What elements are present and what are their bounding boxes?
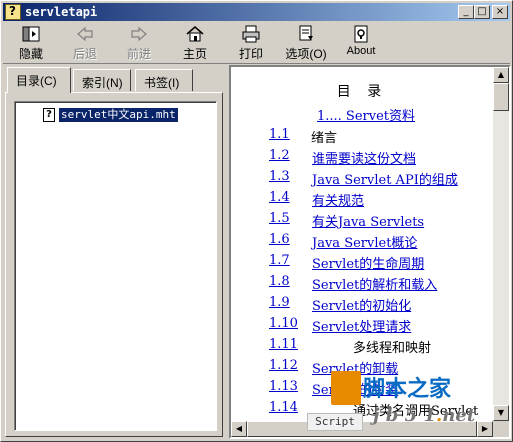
about-button[interactable]: About <box>343 24 379 62</box>
toc-number-link[interactable]: 1.1 <box>269 127 290 142</box>
back-arrow-icon <box>65 24 105 44</box>
toc-text: 绪言 <box>311 131 338 146</box>
back-button[interactable]: 后退 <box>65 24 105 62</box>
watermark-url: j b 5 1.net <box>373 405 476 426</box>
forward-button[interactable]: 前进 <box>119 24 159 62</box>
toc-number-link[interactable]: 1.12 <box>269 358 298 373</box>
tab-index[interactable]: 索引(N) <box>73 69 131 91</box>
options-icon <box>281 24 331 44</box>
home-button[interactable]: 主页 <box>175 24 215 62</box>
help-page-icon: ? <box>43 108 55 122</box>
toc-title: 目 录 <box>336 84 388 100</box>
maximize-button[interactable]: □ <box>474 5 490 19</box>
toc-number-link[interactable]: 1.6 <box>269 232 290 247</box>
scroll-right-icon[interactable]: ▶ <box>477 421 493 437</box>
help-app-icon[interactable] <box>5 4 21 20</box>
watermark-site-name: 脚本之家 <box>363 377 452 402</box>
toc-number-link[interactable]: 1.2 <box>269 148 290 163</box>
toc-number-link[interactable]: 1.11 <box>269 337 298 352</box>
toc-number-link[interactable]: 1.5 <box>269 211 290 226</box>
tab-bookmarks[interactable]: 书签(I) <box>135 69 193 91</box>
toc-number-link[interactable]: 1.9 <box>269 295 290 310</box>
toc-text-link[interactable]: Servlet的解析和载入 <box>312 274 437 293</box>
chapter-link[interactable]: 1.... Servet资料 <box>317 105 415 124</box>
print-button[interactable]: 打印 <box>231 24 271 62</box>
navigation-pane: 目录(C) 索引(N) 书签(I) ? servlet中文api.mht <box>3 65 225 439</box>
close-button[interactable]: × <box>492 5 508 19</box>
vertical-scrollbar[interactable]: ▲ ▼ <box>493 67 509 421</box>
toc-number-link[interactable]: 1.10 <box>269 316 298 331</box>
toc-number-link[interactable]: 1.14 <box>269 400 298 415</box>
toc-text-link[interactable]: Servlet的生命周期 <box>312 253 424 272</box>
toc-text-link[interactable]: Java Servlet概论 <box>312 232 417 251</box>
hide-button[interactable]: 隐藏 <box>11 24 51 62</box>
toc-number-link[interactable]: 1.7 <box>269 253 290 268</box>
vertical-scroll-thumb[interactable] <box>493 83 509 111</box>
toc-text-link[interactable]: 有关Java Servlets <box>312 211 424 230</box>
tab-contents[interactable]: 目录(C) <box>7 67 71 93</box>
title-bar[interactable]: servletapi _ □ × <box>3 3 510 21</box>
scroll-up-icon[interactable]: ▲ <box>493 67 509 83</box>
hide-icon <box>11 24 51 44</box>
contents-tree[interactable]: ? servlet中文api.mht <box>14 101 217 431</box>
toc-number-link[interactable]: 1.4 <box>269 190 290 205</box>
home-icon <box>175 24 215 44</box>
scroll-down-icon[interactable]: ▼ <box>493 405 509 421</box>
toc-text-link[interactable]: 有关规范 <box>312 190 364 209</box>
toc-text: 多线程和映射 <box>353 341 432 356</box>
help-window: servletapi _ □ × 隐藏 后退 前进 主页 <box>0 0 513 442</box>
toc-number-link[interactable]: 1.3 <box>269 169 290 184</box>
toc-number-link[interactable]: 1.8 <box>269 274 290 289</box>
toc-number-link[interactable]: 1.13 <box>269 379 298 394</box>
toolbar: 隐藏 后退 前进 主页 打印 选项(O) About <box>3 22 510 64</box>
forward-arrow-icon <box>119 24 159 44</box>
window-title: servletapi <box>25 5 98 19</box>
minimize-button[interactable]: _ <box>458 5 474 19</box>
toc-text-link[interactable]: Java Servlet API的组成 <box>312 169 458 188</box>
options-button[interactable]: 选项(O) <box>281 24 331 62</box>
scrollbar-corner <box>493 421 509 437</box>
document-view: 目 录 1.... Servet资料 1.1 绪言 1.2 谁需要读这份文档 1… <box>231 67 493 421</box>
print-icon <box>231 24 271 44</box>
about-icon <box>343 24 379 44</box>
toc-text-link[interactable]: 谁需要读这份文档 <box>312 148 416 167</box>
tree-item-label[interactable]: servlet中文api.mht <box>58 107 179 123</box>
watermark-logo-icon <box>331 371 361 405</box>
script-badge: Script <box>307 413 363 431</box>
toc-text-link[interactable]: Servlet处理请求 <box>312 316 411 335</box>
scroll-left-icon[interactable]: ◀ <box>231 421 247 437</box>
toc-text-link[interactable]: Servlet的初始化 <box>312 295 411 314</box>
contents-panel: ? servlet中文api.mht <box>5 92 223 437</box>
